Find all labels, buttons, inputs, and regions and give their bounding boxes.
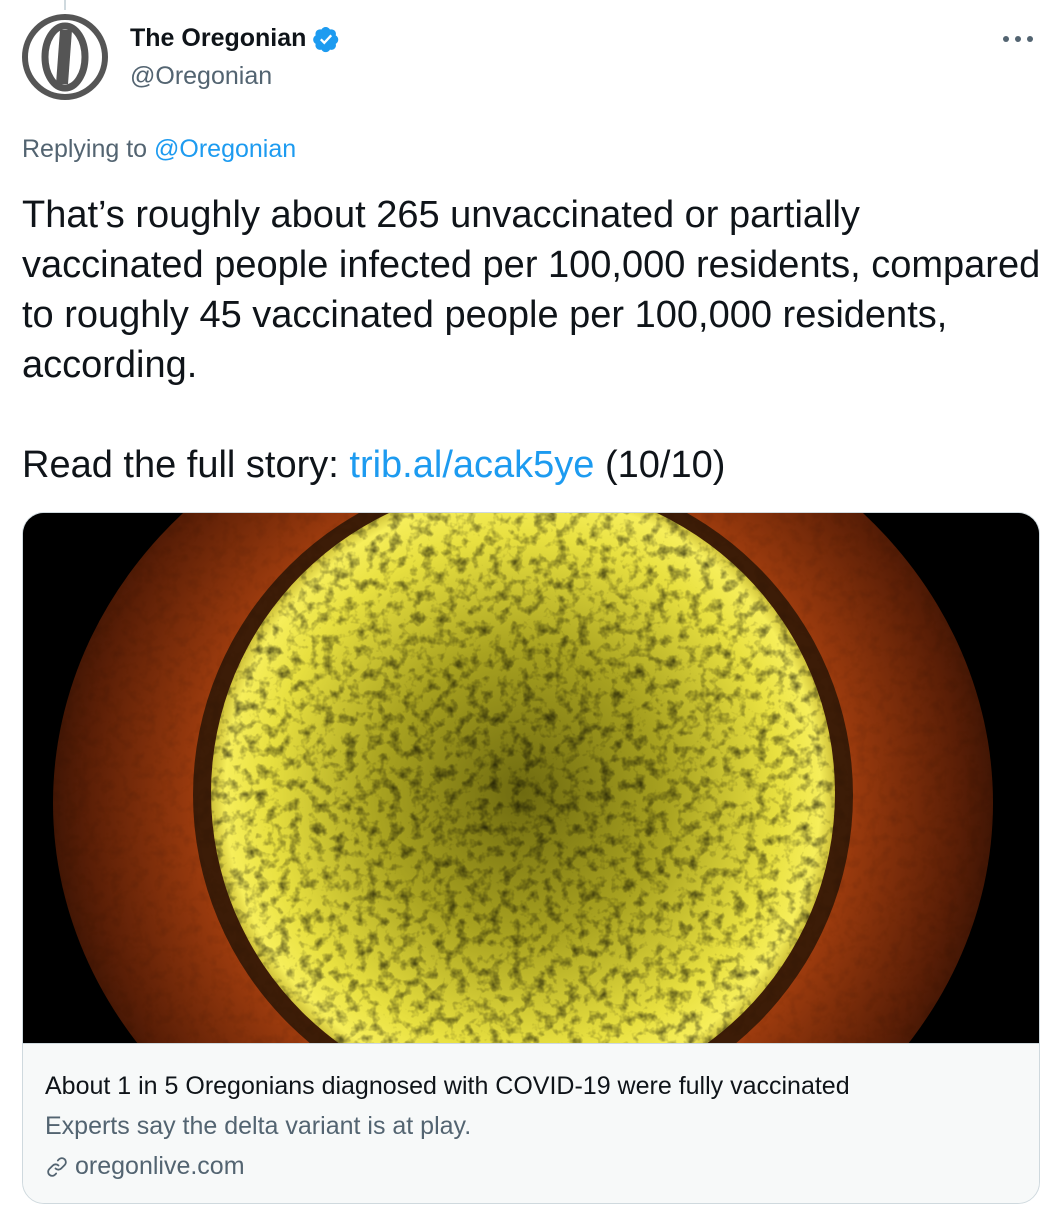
read-more-prefix: Read the full story:: [22, 444, 350, 486]
thread-counter: (10/10): [594, 444, 726, 486]
link-icon: [47, 1156, 67, 1177]
link-preview-card[interactable]: About 1 in 5 Oregonians diagnosed with C…: [22, 512, 1040, 1204]
replying-to-handle-link[interactable]: @Oregonian: [154, 135, 296, 163]
author-name-text: The Oregonian: [130, 24, 307, 52]
more-options-button[interactable]: [996, 24, 1036, 54]
replying-to-label: Replying to: [22, 135, 155, 163]
coronavirus-image: [23, 513, 1039, 1043]
more-horizontal-icon: [1003, 36, 1033, 42]
verified-badge-icon: [313, 26, 339, 52]
card-meta[interactable]: About 1 in 5 Oregonians diagnosed with C…: [23, 1043, 1039, 1203]
story-short-link[interactable]: trib.al/acak5ye: [349, 444, 594, 486]
oregonian-logo-icon: [22, 14, 108, 100]
card-domain: oregonlive.com: [45, 1152, 245, 1181]
avatar[interactable]: [22, 14, 108, 100]
thread-connector-line: [64, 0, 66, 10]
card-title: About 1 in 5 Oregonians diagnosed with C…: [45, 1072, 850, 1100]
card-description: Experts say the delta variant is at play…: [45, 1112, 472, 1140]
tweet-read-more-line: Read the full story: trib.al/acak5ye (10…: [22, 440, 1042, 490]
author-name[interactable]: The Oregonian: [130, 24, 340, 53]
replying-to-line: Replying to @Oregonian: [22, 135, 296, 164]
card-domain-text: oregonlive.com: [75, 1152, 245, 1180]
author-handle[interactable]: @Oregonian: [130, 62, 272, 91]
tweet-paragraph: That’s roughly about 265 unvaccinated or…: [22, 194, 1041, 386]
card-image[interactable]: [23, 513, 1039, 1043]
tweet-text: That’s roughly about 265 unvaccinated or…: [22, 190, 1042, 490]
